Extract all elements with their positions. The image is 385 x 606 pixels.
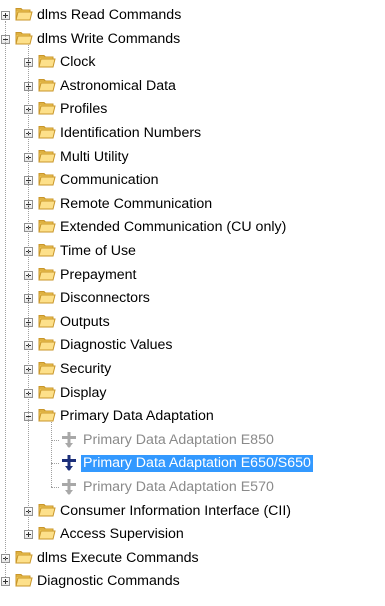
- folder-icon: [38, 148, 56, 164]
- folder-icon: [38, 289, 56, 305]
- tree-node-outputs[interactable]: Outputs: [0, 311, 385, 334]
- expand-icon[interactable]: [1, 577, 10, 587]
- folder-icon: [38, 336, 56, 352]
- folder-icon: [38, 77, 56, 93]
- folder-icon: [38, 100, 56, 116]
- command-tree: dlms Read Commands dlms Write Commands Clo…: [0, 0, 385, 606]
- tree-node-consumer-information-interface-cii[interactable]: Consumer Information Interface (CII): [0, 500, 385, 523]
- expand-icon[interactable]: [1, 11, 10, 20]
- folder-icon: [38, 360, 56, 376]
- tree-node-label: Identification Numbers: [60, 125, 202, 141]
- write-command-icon: [61, 454, 77, 472]
- folder-icon: [38, 525, 56, 541]
- write-command-icon: [61, 478, 77, 496]
- tree-node-primary-data-adaptation[interactable]: Primary Data Adaptation: [0, 405, 385, 428]
- tree-node-label: Multi Utility: [60, 148, 129, 165]
- tree-node-label: Security: [60, 361, 112, 377]
- tree-node-label: Extended Communication (CU only): [60, 219, 287, 236]
- tree-node-primary-data-adaptation-e650-s650[interactable]: Primary Data Adaptation E650/S650: [0, 452, 385, 475]
- folder-icon: [38, 53, 56, 69]
- tree-node-label: Remote Communication: [60, 195, 213, 212]
- tree-node-label: Astronomical Data: [60, 77, 176, 94]
- tree-node-label: dlms Write Commands: [37, 30, 181, 47]
- tree-connector: [51, 439, 59, 441]
- tree-node-label: Access Supervision: [60, 526, 184, 543]
- tree-connector: [51, 463, 59, 465]
- tree-guide-line: [28, 44, 29, 531]
- folder-icon: [15, 30, 33, 46]
- folder-icon: [15, 6, 33, 22]
- tree-node-multi-utility[interactable]: Multi Utility: [0, 146, 385, 169]
- tree-guide-line: [51, 422, 52, 487]
- tree-node-primary-data-adaptation-e850[interactable]: Primary Data Adaptation E850: [0, 429, 385, 452]
- expand-icon[interactable]: [24, 530, 33, 540]
- tree-node-disconnectors[interactable]: Disconnectors: [0, 287, 385, 310]
- folder-icon: [15, 549, 33, 565]
- tree-node-label: Primary Data Adaptation: [60, 408, 214, 425]
- folder-icon: [38, 407, 56, 423]
- tree-node-label: Disconnectors: [60, 290, 150, 307]
- write-command-icon: [61, 431, 77, 449]
- tree-node-extended-communication-cu-only[interactable]: Extended Communication (CU only): [0, 216, 385, 239]
- tree-node-label: Primary Data Adaptation E570: [83, 479, 274, 495]
- tree-node-label: Primary Data Adaptation E650/S650: [81, 455, 313, 473]
- tree-node-label: Time of Use: [60, 243, 136, 259]
- folder-icon: [38, 266, 56, 282]
- folder-icon: [38, 218, 56, 234]
- tree-node-dlms-execute-commands[interactable]: dlms Execute Commands: [0, 547, 385, 570]
- folder-icon: [15, 572, 33, 588]
- tree-node-diagnostic-commands[interactable]: Diagnostic Commands: [0, 570, 385, 593]
- tree-node-label: dlms Read Commands: [37, 7, 182, 23]
- tree-node-primary-data-adaptation-e570[interactable]: Primary Data Adaptation E570: [0, 476, 385, 499]
- tree-node-identification-numbers[interactable]: Identification Numbers: [0, 122, 385, 145]
- tree-node-label: Display: [60, 384, 107, 401]
- tree-node-dlms-write-commands[interactable]: dlms Write Commands: [0, 28, 385, 51]
- tree-node-label: Consumer Information Interface (CII): [60, 502, 292, 519]
- tree-node-time-of-use[interactable]: Time of Use: [0, 240, 385, 263]
- tree-node-security[interactable]: Security: [0, 358, 385, 381]
- folder-icon: [38, 171, 56, 187]
- tree-node-label: Clock: [60, 54, 96, 71]
- tree-node-clock[interactable]: Clock: [0, 51, 385, 74]
- tree-node-dlms-read-commands[interactable]: dlms Read Commands: [0, 4, 385, 27]
- tree-node-label: Diagnostic Commands: [37, 573, 180, 590]
- tree-node-prepayment[interactable]: Prepayment: [0, 264, 385, 287]
- tree-node-remote-communication[interactable]: Remote Communication: [0, 193, 385, 216]
- tree-node-communication[interactable]: Communication: [0, 169, 385, 192]
- tree-node-label: Prepayment: [60, 266, 137, 283]
- folder-icon: [38, 502, 56, 518]
- folder-icon: [38, 242, 56, 258]
- tree-node-display[interactable]: Display: [0, 382, 385, 405]
- folder-icon: [38, 313, 56, 329]
- folder-icon: [38, 384, 56, 400]
- folder-icon: [38, 195, 56, 211]
- tree-node-label: Profiles: [60, 101, 108, 118]
- tree-guide-line: [5, 21, 6, 578]
- tree-node-label: Communication: [60, 172, 159, 189]
- tree-node-label: dlms Execute Commands: [37, 549, 199, 566]
- folder-icon: [38, 124, 56, 140]
- tree-node-diagnostic-values[interactable]: Diagnostic Values: [0, 334, 385, 357]
- tree-node-astronomical-data[interactable]: Astronomical Data: [0, 75, 385, 98]
- tree-node-access-supervision[interactable]: Access Supervision: [0, 523, 385, 546]
- tree-node-label: Outputs: [60, 313, 110, 330]
- tree-node-label: Diagnostic Values: [60, 337, 173, 354]
- tree-connector: [51, 487, 59, 488]
- tree-node-label: Primary Data Adaptation E850: [83, 431, 274, 448]
- tree-node-profiles[interactable]: Profiles: [0, 98, 385, 121]
